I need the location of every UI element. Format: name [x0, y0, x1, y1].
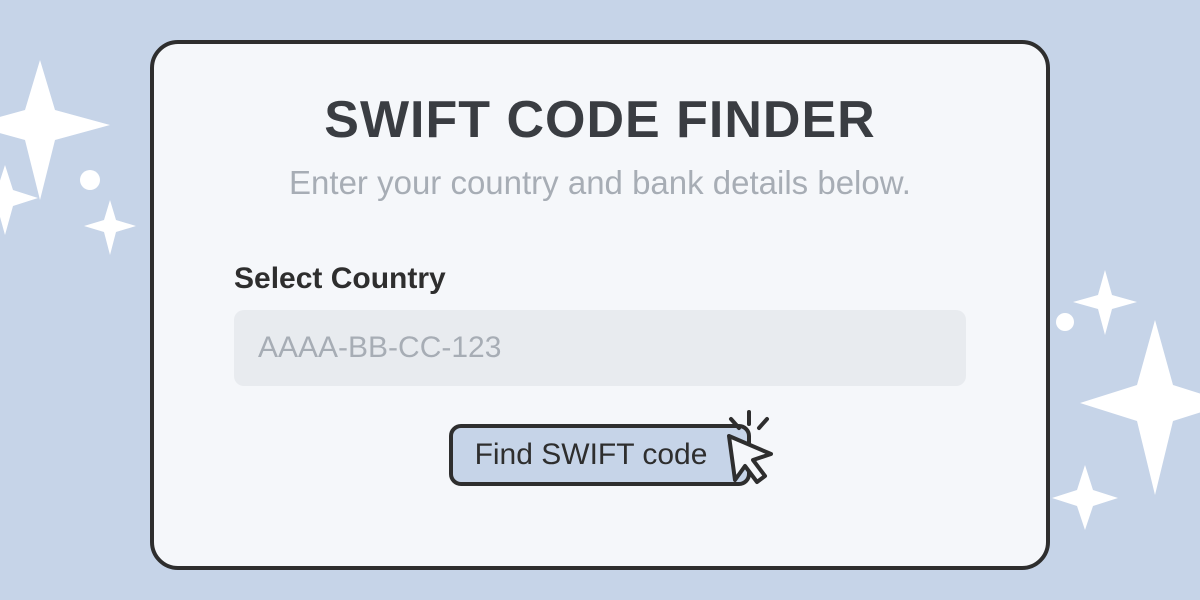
swift-finder-card: SWIFT CODE FINDER Enter your country and… [150, 40, 1050, 570]
card-title: SWIFT CODE FINDER [214, 90, 986, 150]
find-swift-button[interactable]: Find SWIFT code [449, 424, 752, 486]
country-field-group: Select Country [214, 262, 986, 386]
card-subtitle: Enter your country and bank details belo… [214, 164, 986, 202]
swift-code-input[interactable] [234, 310, 966, 386]
sparkle-decoration-right [1050, 270, 1200, 530]
country-field-label: Select Country [234, 262, 966, 296]
sparkle-decoration-left [0, 60, 150, 280]
